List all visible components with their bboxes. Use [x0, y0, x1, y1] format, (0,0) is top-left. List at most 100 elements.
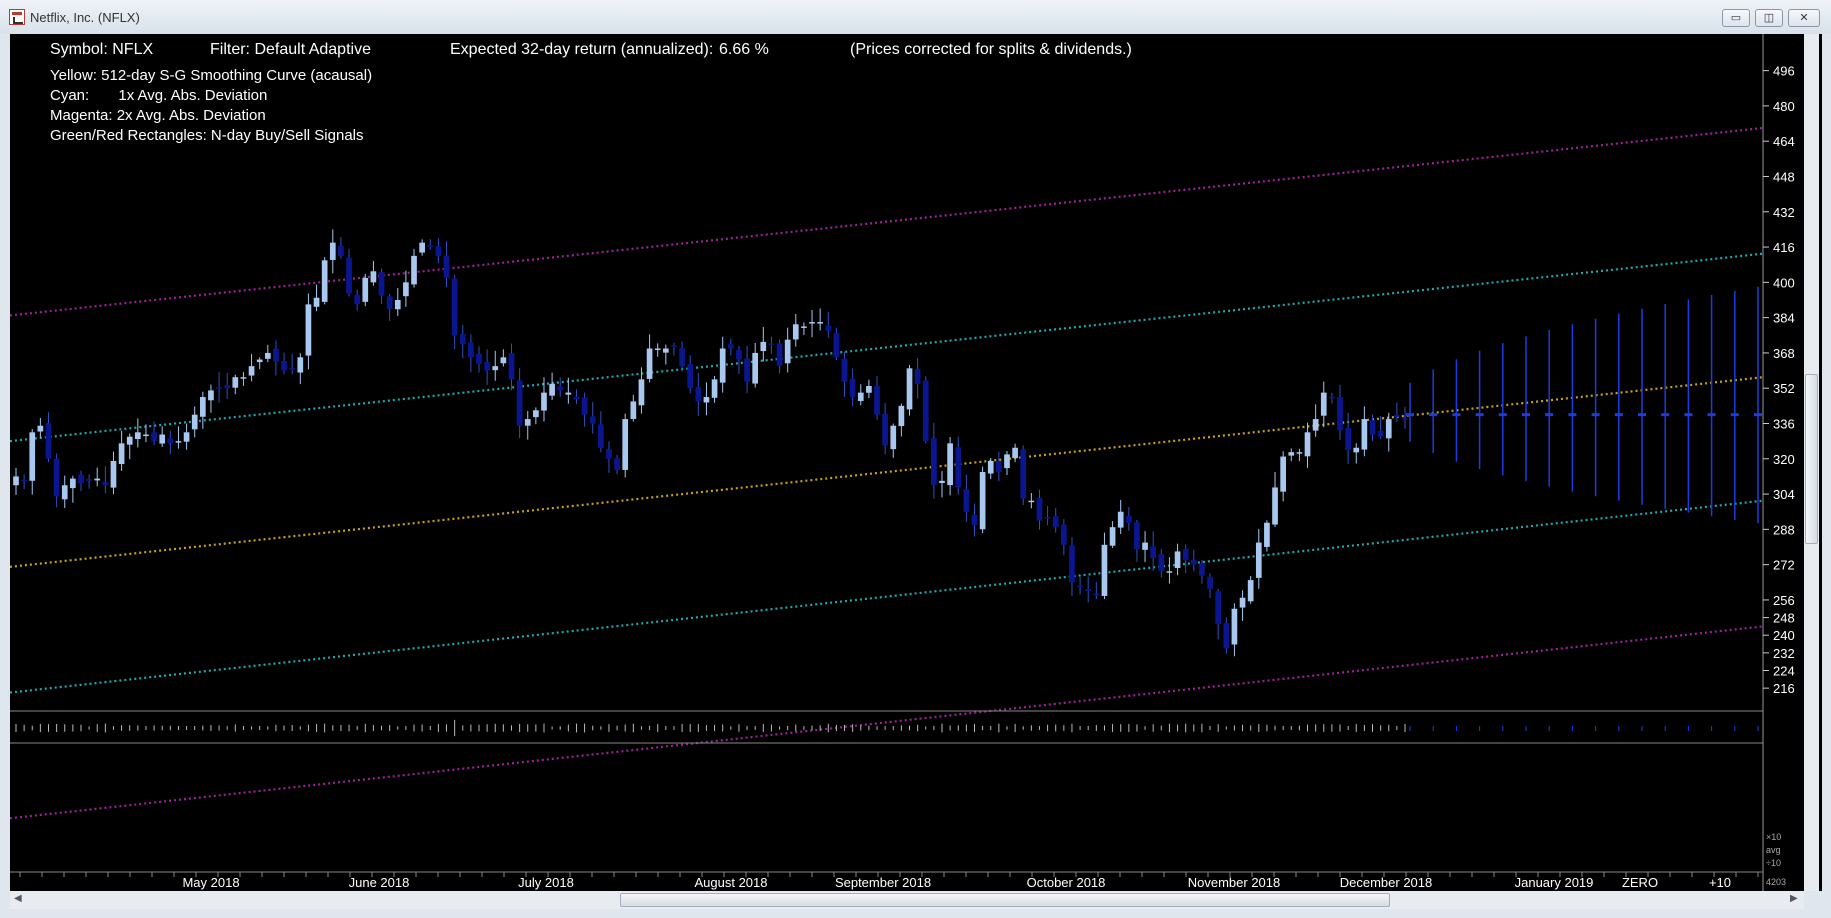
scroll-right-icon[interactable]: ▶ — [1790, 893, 1798, 904]
candle-body — [53, 458, 60, 497]
candle-body — [654, 348, 661, 351]
candle-body — [955, 447, 962, 488]
maximize-button[interactable]: ◫ — [1755, 9, 1783, 27]
candle-body — [86, 479, 92, 481]
candle-body — [29, 432, 36, 481]
candle-body — [914, 368, 921, 384]
candle-body — [557, 386, 564, 391]
candle-body — [232, 377, 239, 388]
legend-magenta: Magenta: 2x Avg. Abs. Deviation — [50, 107, 266, 124]
volume-axis-div10: ÷10 — [1766, 858, 1781, 868]
x-axis-tick-label: May 2018 — [182, 875, 239, 890]
candle-body — [1036, 497, 1043, 521]
axes: 496 480 464 448 432 416 400 384 368 352 336 320 304 2… — [10, 34, 1795, 891]
candle-body — [719, 348, 726, 383]
candle-body — [736, 350, 742, 360]
deviation-bands — [10, 126, 1764, 820]
close-button[interactable]: ✕ — [1788, 9, 1820, 27]
smoothing-curve-line — [10, 376, 1764, 568]
candle-body — [1353, 447, 1360, 453]
minimize-button[interactable]: ▭ — [1722, 9, 1750, 27]
candle-body — [346, 257, 352, 294]
candle-body — [979, 472, 986, 530]
candle-body — [1052, 516, 1059, 528]
candle-body — [711, 379, 718, 398]
forecast-center-mark — [1406, 413, 1414, 417]
vertical-scrollbar[interactable] — [1804, 34, 1819, 891]
y-axis-tick-label: 240 — [1773, 628, 1795, 643]
app-window: Netflix, Inc. (NFLX) ▭ ◫ ✕ 496 480 464 448 4… — [0, 0, 1831, 918]
candle-body — [151, 432, 157, 442]
forecast-center-mark — [1614, 413, 1623, 417]
vertical-scroll-thumb[interactable] — [1805, 374, 1818, 544]
candle-body — [1223, 623, 1230, 649]
minimize-icon: ▭ — [1730, 12, 1742, 24]
candle-body — [1361, 419, 1368, 450]
volume-pane — [10, 710, 1763, 744]
candle-body — [37, 425, 44, 432]
candle-body — [1337, 396, 1343, 431]
y-axis-tick-label: 248 — [1773, 611, 1795, 626]
forecast-center-mark — [1568, 413, 1577, 417]
x-axis-tick-label: +10 — [1709, 875, 1731, 890]
candle-body — [866, 386, 872, 393]
candle-body — [443, 255, 450, 278]
candle-body — [45, 423, 52, 459]
y-axis-tick-label: 496 — [1773, 64, 1795, 79]
candle-body — [947, 443, 953, 486]
scroll-left-icon[interactable]: ◀ — [14, 893, 22, 904]
candle-body — [1109, 527, 1116, 546]
candle-body — [476, 353, 482, 364]
candle-body — [1377, 430, 1384, 437]
candle-body — [931, 438, 937, 486]
candle-body — [248, 366, 255, 376]
candle-body — [199, 397, 206, 417]
candle-body — [1134, 522, 1140, 550]
candle-body — [240, 377, 247, 379]
candle-body — [1158, 554, 1165, 572]
candle-body — [386, 296, 393, 309]
forecast-center-mark — [1730, 413, 1739, 417]
chart-area[interactable]: 496 480 464 448 432 416 400 384 368 352 336 320 304 2… — [10, 34, 1822, 891]
candle-body — [143, 434, 149, 437]
candle-body — [289, 367, 296, 370]
candle-body — [533, 410, 539, 418]
candle-body — [1166, 571, 1173, 573]
candle-body — [378, 272, 385, 296]
candle-body — [1255, 542, 1262, 578]
candle-body — [167, 438, 174, 444]
candle-body — [1069, 545, 1075, 583]
candle-body — [468, 342, 474, 358]
y-axis-tick-label: 272 — [1773, 558, 1795, 573]
candle-body — [1288, 452, 1295, 456]
candle-body — [1012, 447, 1018, 459]
forecast-center-mark — [1684, 413, 1693, 417]
y-axis-tick-label: 216 — [1773, 681, 1795, 696]
candle-body — [1247, 580, 1254, 602]
candle-body — [622, 419, 629, 470]
candlestick-chart[interactable]: 496 480 464 448 432 416 400 384 368 352 336 320 304 2… — [10, 34, 1804, 891]
candle-body — [313, 297, 320, 307]
candle-body — [1304, 432, 1311, 457]
candle-body — [1085, 589, 1092, 592]
legend-cyan: Cyan: 1x Avg. Abs. Deviation — [50, 87, 267, 104]
candle-body — [857, 392, 864, 401]
title-bar[interactable]: Netflix, Inc. (NFLX) ▭ ◫ ✕ — [0, 0, 1831, 34]
y-axis-tick-label: 288 — [1773, 522, 1795, 537]
symbol-label: Symbol: NFLX — [50, 41, 153, 58]
candle-body — [338, 245, 344, 256]
candle-body — [549, 383, 555, 396]
legend-signals: Green/Red Rectangles: N-day Buy/Sell Sig… — [50, 127, 364, 144]
candle-body — [646, 348, 653, 379]
candle-body — [451, 278, 458, 336]
horizontal-scroll-thumb[interactable] — [620, 893, 1390, 907]
candle-body — [21, 479, 27, 482]
candle-body — [581, 397, 588, 415]
candle-body — [13, 476, 19, 486]
horizontal-scrollbar[interactable]: ◀ ▶ — [10, 891, 1804, 909]
candle-body — [801, 326, 807, 328]
candle-body — [1402, 418, 1408, 420]
candle-body — [971, 514, 978, 525]
candle-body — [662, 348, 669, 353]
deviation-2x-upper-line — [10, 126, 1764, 317]
